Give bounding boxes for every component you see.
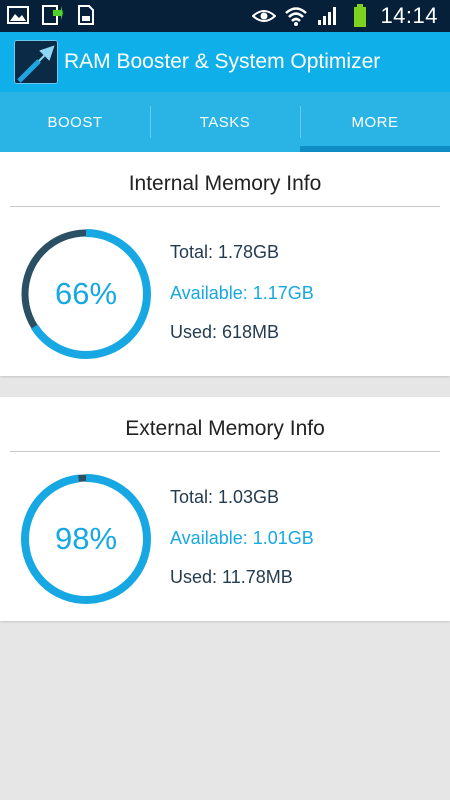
external-memory-title: External Memory Info [125,417,325,440]
internal-total: Total: 1.78GB [170,242,280,262]
internal-memory-title: Internal Memory Info [128,172,322,195]
image-icon [6,4,30,26]
tab-more-label: MORE [351,113,399,131]
external-total: Total: 1.03GB [170,487,280,507]
tab-tasks-label: TASKS [199,113,251,131]
external-available: Available: 1.01GB [170,528,314,548]
download-icon [40,4,64,26]
internal-memory-gauge: 66% [20,228,152,360]
app-logo [14,40,58,84]
eye-icon [252,5,277,27]
status-time: 14:14 [380,3,438,28]
app-title: RAM Booster & System Optimizer [64,50,381,73]
tab-more[interactable]: MORE [300,92,450,152]
tab-bar: BOOST TASKS MORE [0,92,450,152]
internal-percent: 66% [54,276,118,311]
internal-memory-card: Internal Memory Info 66% Total: 1.78GB A… [0,152,450,376]
wifi-icon [284,5,308,27]
battery-icon [348,4,372,27]
status-bar: 14:14 [0,0,450,32]
signal-icon [316,5,340,27]
internal-available: Available: 1.17GB [170,283,314,303]
internal-used: Used: 618MB [170,322,280,342]
divider [10,451,440,452]
app-bar: RAM Booster & System Optimizer [0,32,450,92]
tab-boost-label: BOOST [47,113,103,131]
tab-boost[interactable]: BOOST [0,92,150,152]
tab-tasks[interactable]: TASKS [150,92,300,152]
external-memory-card: External Memory Info 98% Total: 1.03GB A… [0,397,450,621]
external-percent: 98% [54,521,118,556]
external-used: Used: 11.78MB [170,567,293,587]
divider [10,206,440,207]
external-memory-gauge: 98% [20,473,152,605]
sd-card-icon [74,4,98,26]
